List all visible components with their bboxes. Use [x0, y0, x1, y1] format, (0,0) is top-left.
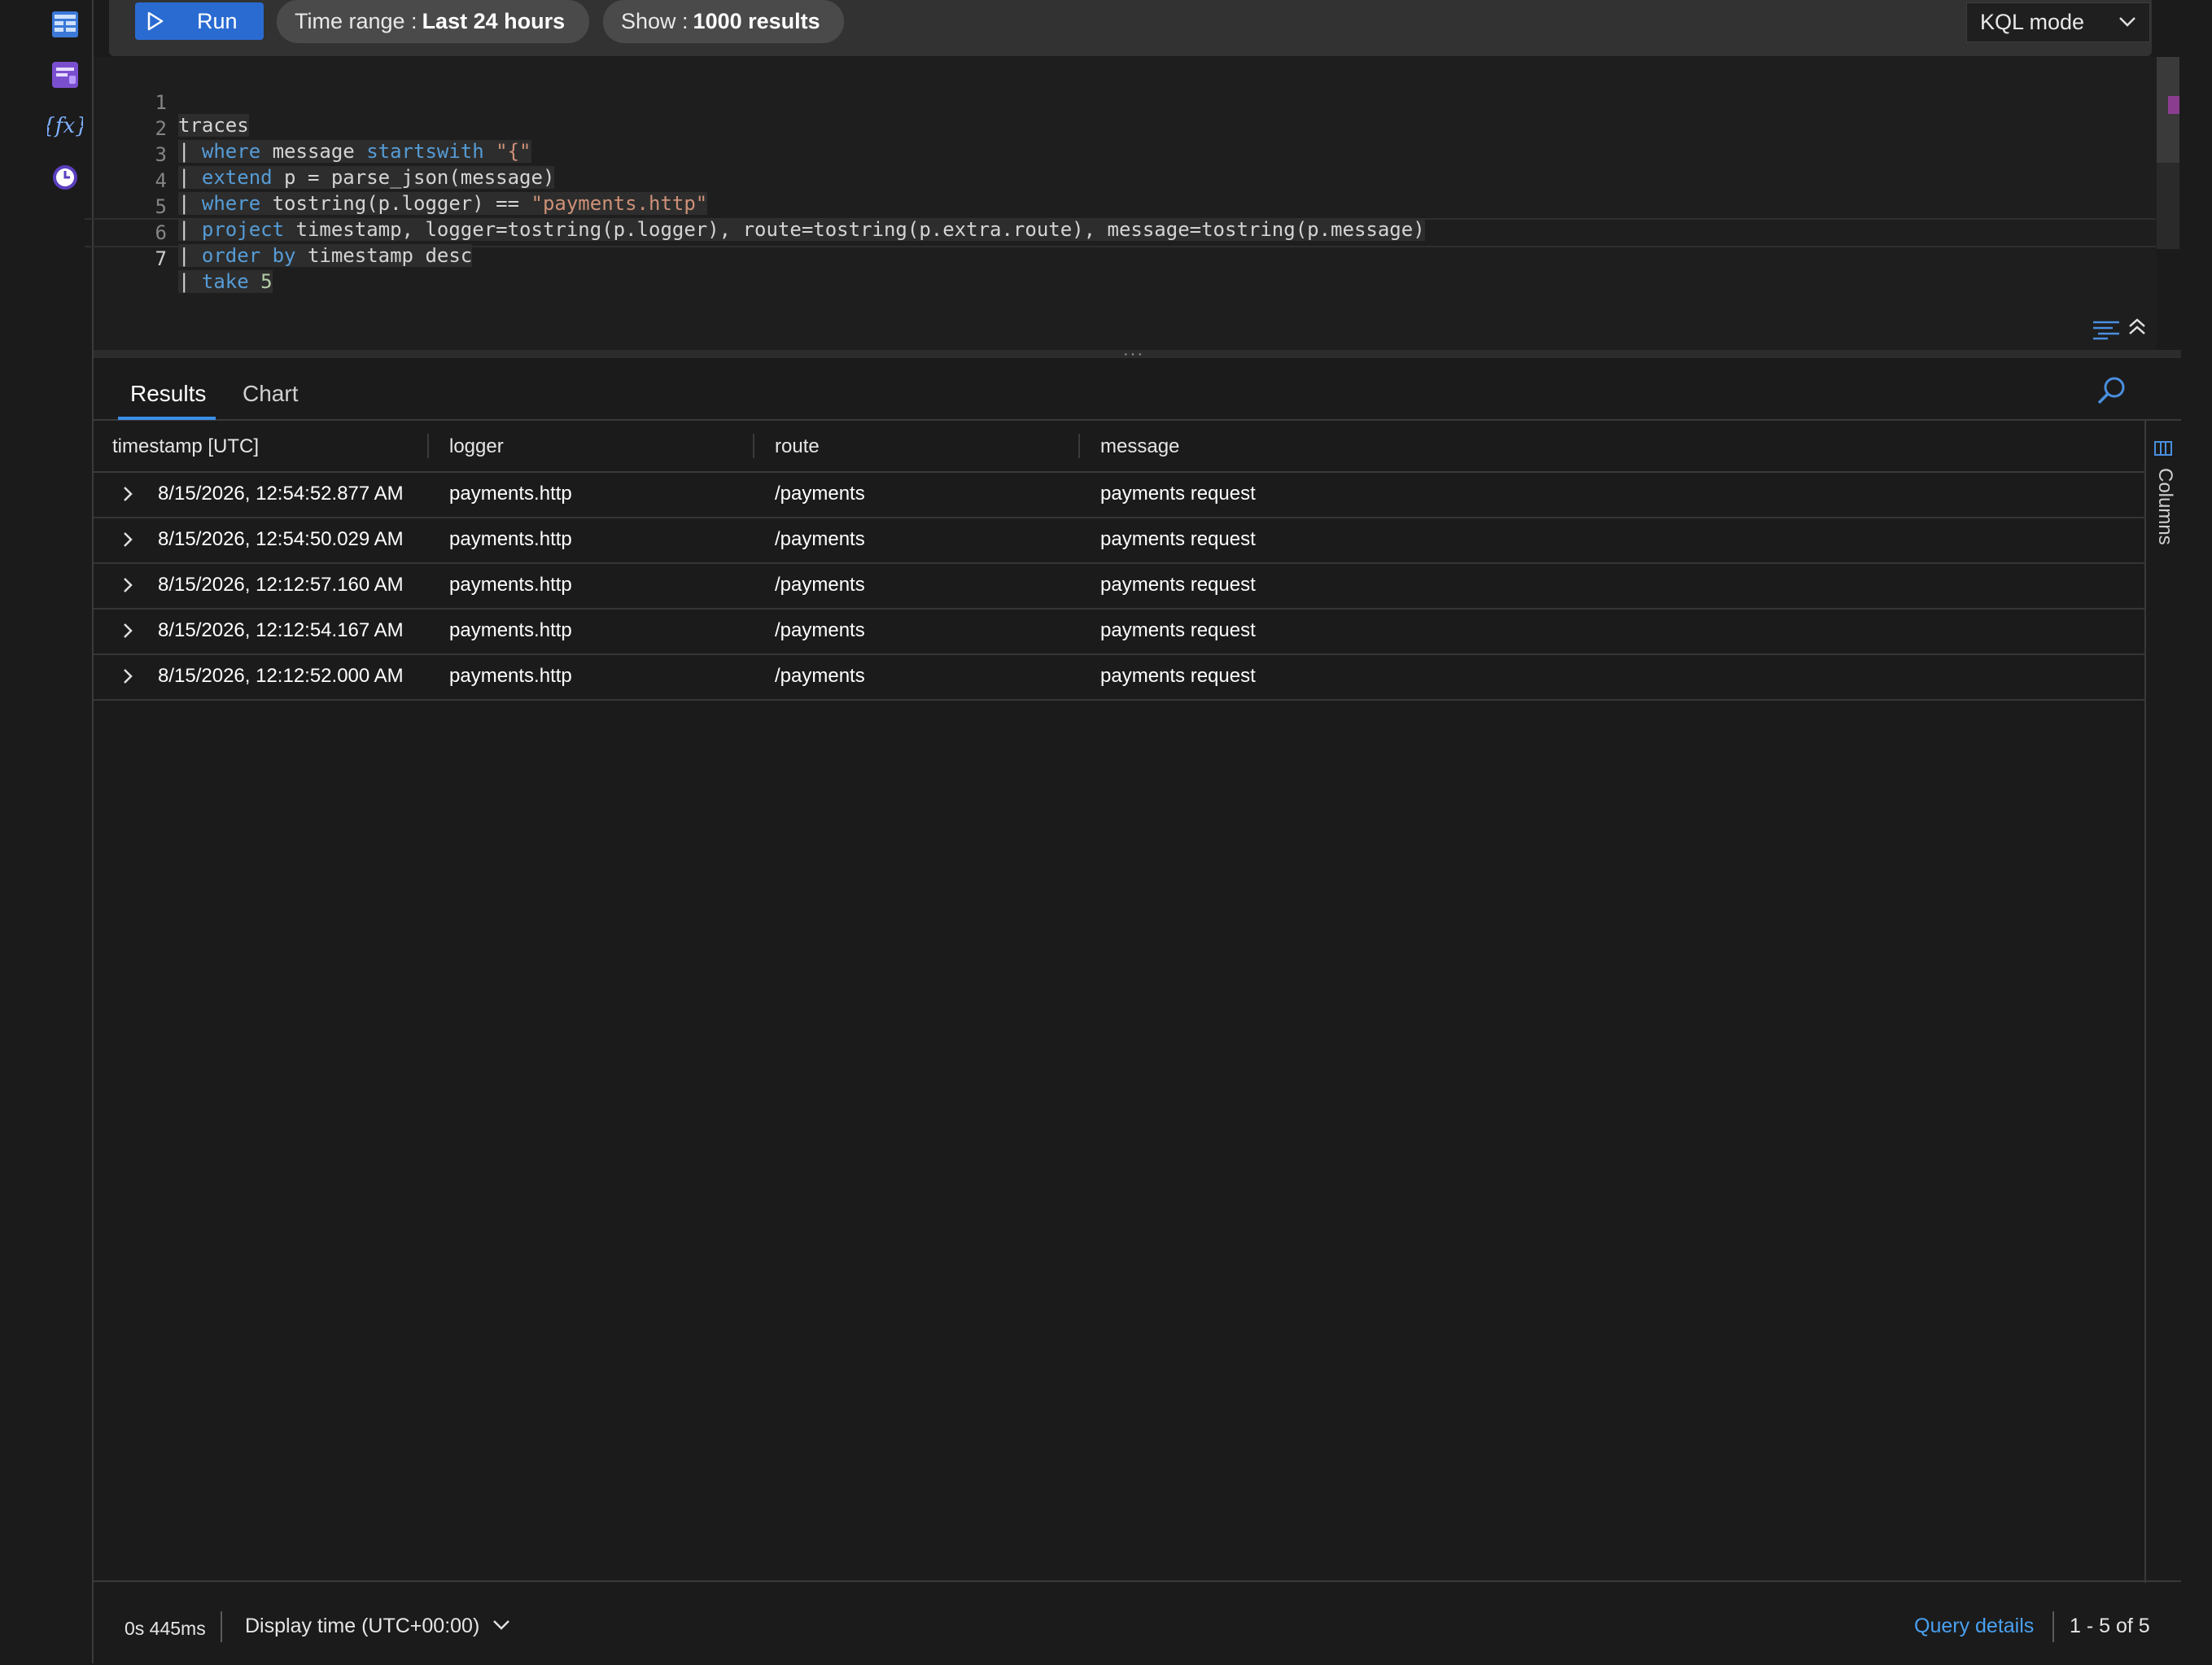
paging-info: 1 - 5 of 5 [2070, 1615, 2150, 1637]
query-duration: 0s 445ms [125, 1618, 206, 1639]
cell-logger: payments.http [449, 619, 572, 641]
results-tabs: Results Chart [94, 358, 2181, 421]
code-line: 4 | where tostring(p.logger) == "payment… [94, 146, 2157, 215]
query-history-icon[interactable] [46, 158, 85, 197]
column-header-route[interactable]: route [775, 435, 820, 458]
play-icon [147, 11, 164, 31]
columns-panel-label[interactable]: Columns [2153, 468, 2176, 545]
cell-message: payments request [1100, 574, 1256, 596]
table-row[interactable]: 8/15/2026, 12:54:50.029 AM payments.http… [94, 517, 2144, 564]
queries-icon[interactable] [46, 55, 85, 94]
cell-timestamp: 8/15/2026, 12:12:52.000 AM [158, 665, 404, 687]
columns-icon[interactable] [2153, 439, 2173, 457]
cell-logger: payments.http [449, 665, 572, 687]
cell-route: /payments [775, 665, 865, 687]
cell-route: /payments [775, 483, 865, 505]
chevron-right-icon[interactable] [118, 621, 138, 640]
chevron-right-icon[interactable] [118, 484, 138, 504]
collapse-editor-icon[interactable] [2127, 316, 2148, 337]
column-resizer[interactable] [1078, 434, 1080, 458]
chevron-right-icon[interactable] [118, 575, 138, 595]
tab-chart[interactable]: Chart [243, 381, 298, 407]
cell-message: payments request [1100, 665, 1256, 687]
code-text: | take 5 [178, 270, 273, 293]
cell-message: payments request [1100, 483, 1256, 505]
scrollbar-marker [2168, 96, 2179, 114]
current-line-highlight [85, 218, 2156, 247]
cell-logger: payments.http [449, 574, 572, 596]
grid-header: timestamp [UTC] logger route message [94, 419, 2144, 473]
time-range-value: Last 24 hours [422, 9, 566, 33]
query-toolbar: Run Time range : Last 24 hours Show : 10… [109, 0, 2152, 56]
run-button-label: Run [197, 8, 238, 33]
result-limit-picker[interactable]: Show : 1000 results [603, 0, 844, 43]
column-header-logger[interactable]: logger [449, 435, 504, 458]
tab-results[interactable]: Results [130, 381, 206, 407]
column-header-timestamp[interactable]: timestamp [UTC] [112, 435, 259, 458]
time-range-label: Time range : [295, 9, 417, 33]
result-limit-value: 1000 results [693, 9, 820, 33]
cell-route: /payments [775, 528, 865, 550]
mode-select[interactable]: KQL mode [1966, 2, 2150, 42]
chevron-right-icon[interactable] [118, 530, 138, 549]
code-line: 2 | where message startswith "{" [94, 94, 2157, 163]
cell-route: /payments [775, 619, 865, 641]
query-editor[interactable]: 1 traces 2 | where message startswith "{… [94, 57, 2157, 350]
result-limit-label: Show : [621, 9, 689, 33]
search-icon[interactable] [2095, 374, 2127, 407]
cell-timestamp: 8/15/2026, 12:54:50.029 AM [158, 528, 404, 550]
table-row[interactable]: 8/15/2026, 12:12:57.160 AM payments.http… [94, 562, 2144, 610]
divider [221, 1611, 222, 1642]
status-bar: 0s 445ms Display time (UTC+00:00) Query … [94, 1580, 2181, 1665]
functions-icon[interactable]: {fx} [46, 106, 85, 145]
cell-message: payments request [1100, 619, 1256, 641]
code-line: 5 | project timestamp, logger=tostring(p… [94, 173, 2157, 241]
tables-icon[interactable] [46, 5, 85, 44]
cell-timestamp: 8/15/2026, 12:54:52.877 AM [158, 483, 404, 505]
format-query-icon[interactable] [2092, 317, 2121, 340]
cell-logger: payments.http [449, 528, 572, 550]
columns-panel[interactable] [2144, 419, 2183, 1583]
column-header-message[interactable]: message [1100, 435, 1179, 458]
cell-timestamp: 8/15/2026, 12:12:54.167 AM [158, 619, 404, 641]
chevron-down-icon[interactable] [492, 1619, 510, 1631]
time-range-picker[interactable]: Time range : Last 24 hours [277, 0, 589, 43]
table-row[interactable]: 8/15/2026, 12:12:52.000 AM payments.http… [94, 653, 2144, 701]
query-details-link[interactable]: Query details [1914, 1615, 2034, 1638]
table-row[interactable]: 8/15/2026, 12:54:52.877 AM payments.http… [94, 471, 2144, 518]
mode-select-value: KQL mode [1980, 10, 2085, 34]
code-line: 3 | extend p = parse_json(message) [94, 120, 2157, 189]
cell-logger: payments.http [449, 483, 572, 505]
divider [2052, 1611, 2054, 1642]
display-time-select[interactable]: Display time (UTC+00:00) [245, 1615, 479, 1638]
column-resizer[interactable] [753, 434, 754, 458]
chevron-down-icon [2119, 17, 2135, 27]
column-resizer[interactable] [427, 434, 429, 458]
code-line: 1 traces [94, 68, 2157, 137]
chevron-right-icon[interactable] [118, 666, 138, 686]
cell-message: payments request [1100, 528, 1256, 550]
cell-timestamp: 8/15/2026, 12:12:57.160 AM [158, 574, 404, 596]
run-button[interactable]: Run [135, 2, 264, 40]
svg-text:{fx}: {fx} [47, 114, 83, 138]
left-rail: {fx} [0, 0, 94, 1663]
line-number: 7 [155, 247, 167, 270]
table-row[interactable]: 8/15/2026, 12:12:54.167 AM payments.http… [94, 608, 2144, 655]
cell-route: /payments [775, 574, 865, 596]
